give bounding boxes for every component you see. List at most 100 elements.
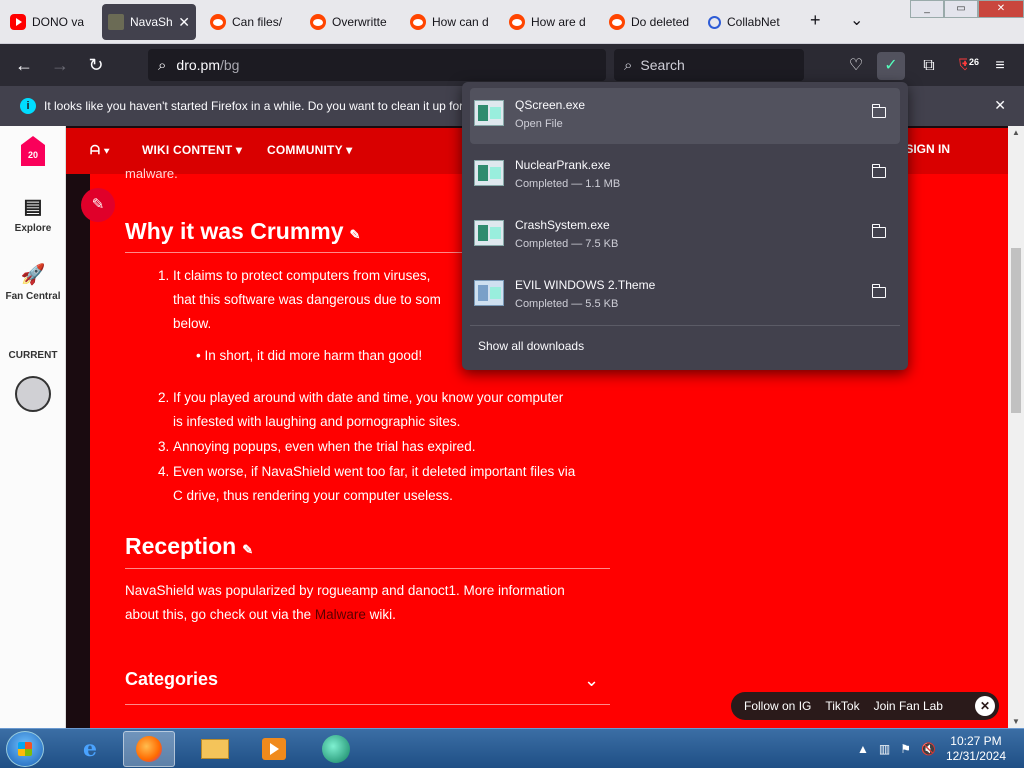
tab-label: How are d (531, 15, 586, 29)
app-icon[interactable] (310, 731, 362, 767)
tab-label: DONO va (32, 15, 85, 29)
search-icon: ⌕ (158, 56, 167, 74)
minimize-button[interactable]: _ (910, 0, 944, 18)
tab-reddit-2[interactable]: Overwritte (304, 4, 398, 40)
theme-file-icon (474, 280, 504, 306)
folder-icon[interactable] (871, 224, 886, 238)
tab-reddit-3[interactable]: How can d (404, 4, 498, 40)
follow-ig-link[interactable]: Follow on IG (744, 699, 811, 713)
categories-heading[interactable]: Categories (125, 669, 218, 690)
new-tab-button[interactable]: + (810, 10, 821, 31)
tab-label: How can d (432, 15, 489, 29)
folder-icon[interactable] (871, 284, 886, 298)
url-path: /bg (219, 57, 240, 73)
search-icon (708, 15, 721, 29)
divider (125, 704, 610, 705)
download-status: Open File (515, 118, 563, 130)
current-label: CURRENT (8, 350, 58, 361)
reception-paragraph: NavaShield was popularized by rogueamp a… (125, 583, 565, 622)
show-all-downloads-button[interactable]: Show all downloads (478, 339, 584, 353)
tab-reddit-5[interactable]: Do deleted (603, 4, 697, 40)
menu-icon[interactable]: ≡ (986, 52, 1014, 80)
tab-label: Can files/ (232, 15, 283, 29)
scrollbar-thumb[interactable] (1011, 248, 1021, 413)
window-controls: _ ▭ ✕ (910, 0, 1024, 18)
folder-icon[interactable] (871, 104, 886, 118)
exe-file-icon (474, 220, 504, 246)
close-window-button[interactable]: ✕ (978, 0, 1024, 18)
show-hidden-icons-button[interactable]: ▲ (857, 742, 869, 756)
media-player-icon[interactable] (248, 731, 300, 767)
edit-icon[interactable]: ✎ (242, 542, 253, 557)
close-icon[interactable]: ✕ (975, 696, 995, 716)
fandom-logo[interactable]: 20 (21, 136, 45, 166)
malware-link[interactable]: Malware (315, 607, 366, 622)
tab-strip: DONO va NavaShi ✕ Can files/ Overwritte … (0, 0, 1024, 44)
fan-central-button[interactable]: 🚀 Fan Central (0, 262, 66, 302)
tab-label: Do deleted (631, 15, 690, 29)
tab-collabnet[interactable]: CollabNet (702, 4, 796, 40)
tab-reddit-1[interactable]: Can files/ (204, 4, 298, 40)
tiktok-link[interactable]: TikTok (825, 699, 859, 713)
sub-bullet: • In short, it did more harm than good! (196, 348, 423, 363)
youtube-icon (10, 14, 26, 30)
internet-explorer-icon[interactable]: e (64, 731, 116, 767)
explore-icon: ▤ (23, 196, 43, 218)
url-bar[interactable]: ⌕ dro.pm/bg (148, 49, 606, 81)
close-icon[interactable]: ✕ (994, 97, 1006, 114)
chevron-down-icon[interactable]: ⌄ (584, 670, 599, 691)
file-explorer-icon[interactable] (189, 731, 241, 767)
downloads-icon[interactable]: ✓ (877, 52, 905, 80)
scroll-up-icon[interactable]: ▲ (1008, 128, 1024, 137)
fandom-rail: 20 ▤ Explore 🚀 Fan Central CURRENT (0, 126, 66, 728)
start-button[interactable] (6, 731, 44, 767)
list-item-2: If you played around with date and time,… (173, 390, 564, 429)
info-icon: i (20, 98, 36, 114)
firefox-icon[interactable] (123, 731, 175, 767)
wiki-content-menu[interactable]: WIKI CONTENT ▾ (142, 143, 242, 157)
notification-text: It looks like you haven't started Firefo… (44, 99, 464, 113)
pocket-icon[interactable]: ♡ (842, 52, 870, 80)
fan-central-label: Fan Central (5, 291, 61, 302)
maximize-button[interactable]: ▭ (944, 0, 978, 18)
download-name: EVIL WINDOWS 2.Theme (515, 278, 656, 292)
forward-arrow-icon[interactable]: → (46, 53, 74, 77)
download-item-evil-windows-theme[interactable]: EVIL WINDOWS 2.Theme Completed — 5.5 KB (470, 268, 900, 324)
clock[interactable]: 10:27 PM 12/31/2024 (946, 734, 1006, 764)
list-number: 2. (158, 390, 170, 405)
download-item-qscreen[interactable]: QScreen.exe Open File (470, 88, 900, 144)
close-tab-icon[interactable]: ✕ (178, 14, 190, 31)
fandom-menu[interactable]: ᗩ ▾ (90, 143, 110, 158)
reload-icon[interactable]: ↻ (82, 53, 110, 77)
list-tabs-button[interactable]: ⌄ (850, 10, 863, 30)
divider (125, 568, 610, 569)
exe-file-icon (474, 100, 504, 126)
network-icon[interactable]: ▥ (879, 742, 890, 756)
edit-icon[interactable]: ✎ (350, 227, 361, 242)
list-number: 4. (158, 464, 170, 479)
edit-pencil-button[interactable]: ✎ (81, 188, 115, 222)
scroll-down-icon[interactable]: ▼ (1008, 717, 1024, 726)
current-wiki-avatar[interactable] (15, 376, 51, 412)
explore-label: Explore (14, 223, 52, 234)
navigation-toolbar: ← → ↻ ⌕ dro.pm/bg ⌕ Search ♡ ✓ ⧉ ⛨ 26 ≡ (0, 44, 1024, 86)
tab-reddit-4[interactable]: How are d (503, 4, 597, 40)
page-scrollbar[interactable]: ▲ ▼ (1008, 126, 1024, 728)
download-item-crashsystem[interactable]: CrashSystem.exe Completed — 7.5 KB (470, 208, 900, 264)
search-input[interactable]: ⌕ Search (614, 49, 804, 81)
ublock-icon[interactable]: ⛨ 26 (951, 48, 981, 80)
action-center-icon[interactable]: ⚑ (900, 742, 911, 756)
extensions-icon[interactable]: ⧉ (915, 52, 943, 80)
back-arrow-icon[interactable]: ← (10, 53, 38, 77)
list-item-1: It claims to protect computers from viru… (173, 268, 441, 331)
system-tray: ▲ ▥ ⚑ 🔇 10:27 PM 12/31/2024 (857, 729, 1024, 768)
tab-navashield[interactable]: NavaShi ✕ (102, 4, 196, 40)
community-menu[interactable]: COMMUNITY ▾ (267, 143, 352, 157)
folder-icon[interactable] (871, 164, 886, 178)
download-status: Completed — 1.1 MB (515, 178, 621, 190)
volume-muted-icon[interactable]: 🔇 (921, 742, 936, 756)
join-fan-lab-link[interactable]: Join Fan Lab (874, 699, 943, 713)
tab-youtube[interactable]: DONO va (4, 4, 98, 40)
download-item-nuclearprank[interactable]: NuclearPrank.exe Completed — 1.1 MB (470, 148, 900, 204)
explore-button[interactable]: ▤ Explore (0, 194, 66, 234)
